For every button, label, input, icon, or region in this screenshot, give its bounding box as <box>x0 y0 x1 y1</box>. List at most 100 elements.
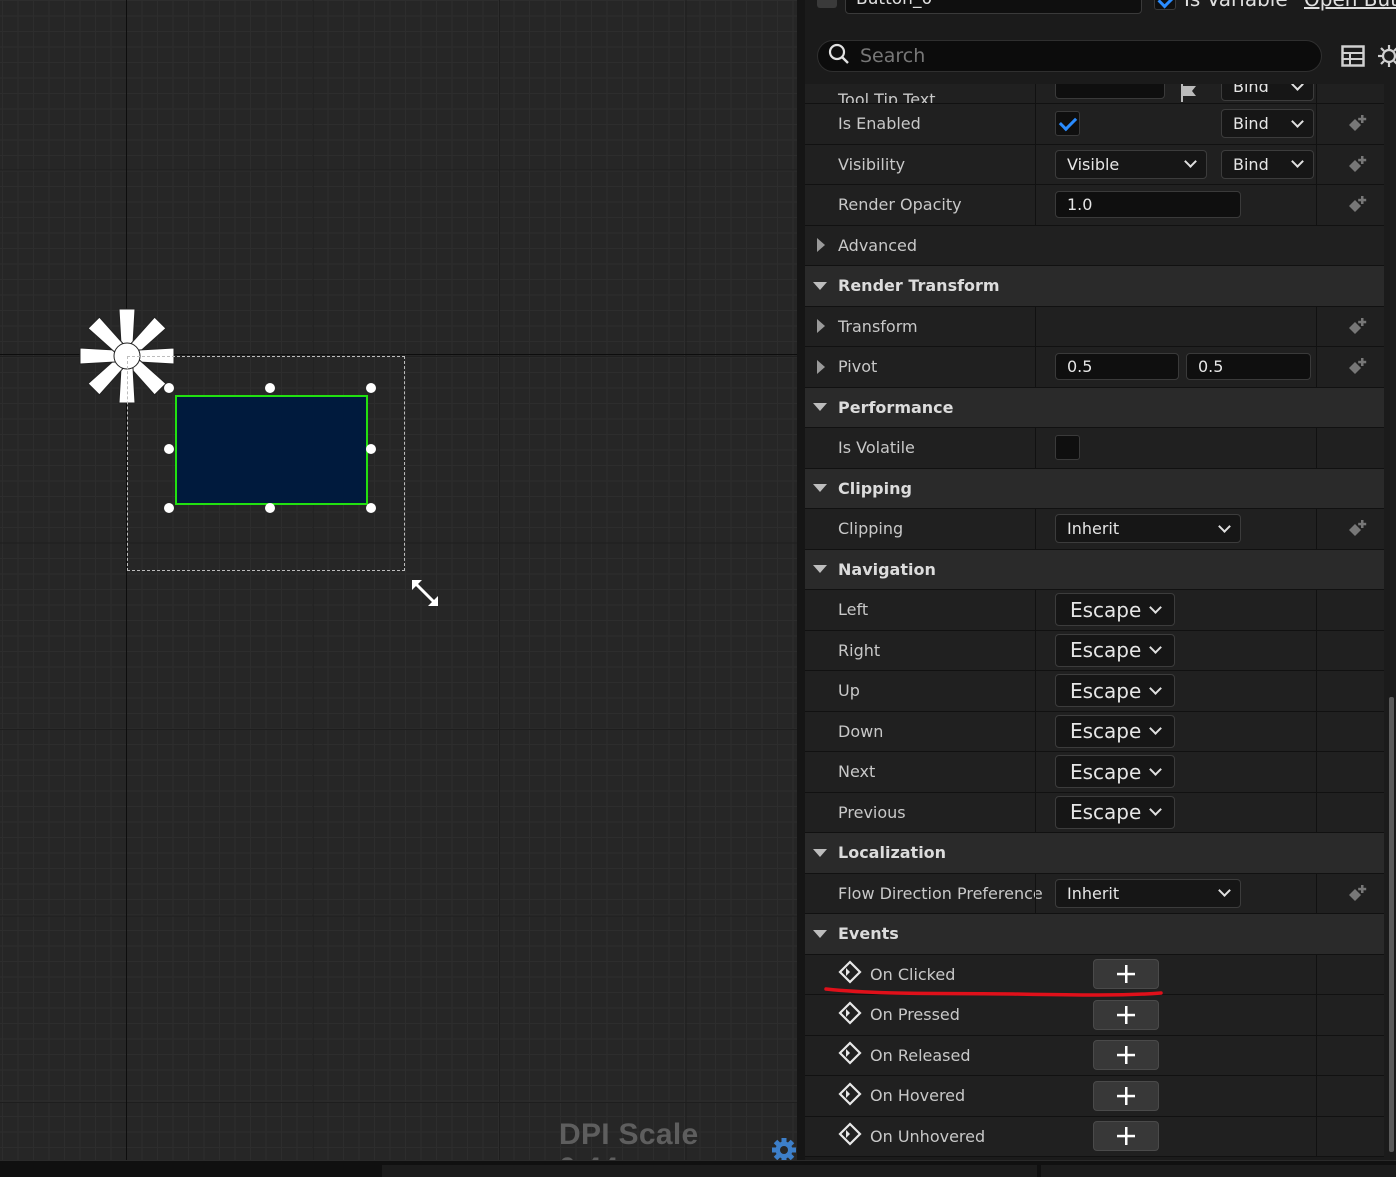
widget-type-checkbox[interactable] <box>817 0 837 8</box>
open-button-link[interactable]: Open Butt <box>1304 0 1396 11</box>
clipping-dropdown[interactable]: Inherit <box>1055 514 1241 544</box>
navigation-up-dropdown[interactable]: Escape <box>1055 674 1175 708</box>
row-render-opacity: Render Opacity 1.0 <box>805 185 1384 226</box>
details-settings-gear-icon[interactable] <box>1377 44 1396 72</box>
plus-icon <box>1117 1086 1135 1105</box>
category-clipping[interactable]: Clipping <box>805 468 1384 509</box>
is-enabled-label: Is Enabled <box>838 114 921 134</box>
navigation-left-dropdown[interactable]: Escape <box>1055 593 1175 627</box>
event-diamond-icon <box>838 1122 862 1150</box>
event-name-on-pressed: On Pressed <box>870 1005 960 1025</box>
navigation-heading: Navigation <box>838 559 936 579</box>
resize-handle-bottom-right[interactable] <box>366 503 376 513</box>
navigation-up-label: Up <box>838 681 860 701</box>
reset-diamond-icon[interactable] <box>1345 316 1369 344</box>
visibility-dropdown[interactable]: Visible <box>1055 149 1207 179</box>
navigation-left-label: Left <box>838 600 869 620</box>
expand-caret-icon[interactable] <box>817 359 825 374</box>
reset-diamond-icon[interactable] <box>1345 883 1369 911</box>
resize-handle-right[interactable] <box>366 444 376 454</box>
is-enabled-checkbox[interactable] <box>1055 111 1080 137</box>
navigation-right-label: Right <box>838 640 881 660</box>
add-on-released-button[interactable] <box>1093 1040 1159 1071</box>
reset-diamond-icon[interactable] <box>1345 518 1369 546</box>
pivot-x-field[interactable]: 0.5 <box>1055 353 1179 381</box>
navigation-down-label: Down <box>838 721 884 741</box>
plus-icon <box>1117 1005 1135 1024</box>
resize-handle-top[interactable] <box>265 383 275 393</box>
event-row-on-hovered: On Hovered <box>805 1076 1384 1117</box>
collapse-caret-icon[interactable] <box>813 281 827 290</box>
is-volatile-label: Is Volatile <box>838 438 915 458</box>
dpi-scale-label: DPI Scale 0.44 <box>559 1118 699 1160</box>
tooltip-bind-dropdown[interactable]: Bind <box>1221 84 1314 101</box>
category-navigation[interactable]: Navigation <box>805 549 1384 590</box>
flow-direction-dropdown[interactable]: Inherit <box>1055 878 1241 908</box>
plus-icon <box>1117 1046 1135 1065</box>
add-on-hovered-button[interactable] <box>1093 1080 1159 1111</box>
widget-name-field[interactable]: Button_0 <box>845 0 1142 14</box>
row-tooltip-text: Tool Tip Text Bind <box>805 84 1384 104</box>
row-is-volatile: Is Volatile <box>805 428 1384 469</box>
collapse-caret-icon[interactable] <box>813 848 827 857</box>
dpi-settings-gear-icon[interactable] <box>771 1137 797 1160</box>
is-variable-checkbox[interactable] <box>1154 0 1176 10</box>
render-opacity-field[interactable]: 1.0 <box>1055 191 1241 219</box>
row-transform: Transform <box>805 306 1384 347</box>
navigation-right-dropdown[interactable]: Escape <box>1055 633 1175 667</box>
expand-caret-icon[interactable] <box>817 319 825 334</box>
tooltip-text-field[interactable] <box>1055 84 1165 99</box>
navigation-previous-dropdown[interactable]: Escape <box>1055 795 1175 829</box>
row-navigation-previous: Previous Escape <box>805 792 1384 833</box>
add-on-unhovered-button[interactable] <box>1093 1121 1159 1152</box>
category-performance[interactable]: Performance <box>805 387 1384 428</box>
flag-icon[interactable] <box>1180 84 1200 103</box>
designer-canvas[interactable]: DPI Scale 0.44 <box>0 0 797 1160</box>
collapse-caret-icon[interactable] <box>813 484 827 493</box>
canvas-resize-icon[interactable] <box>410 578 440 612</box>
collapse-caret-icon[interactable] <box>813 403 827 412</box>
search-input[interactable] <box>860 45 1260 67</box>
search-icon <box>828 43 850 69</box>
row-advanced[interactable]: Advanced <box>805 225 1384 266</box>
resize-handle-bottom[interactable] <box>265 503 275 513</box>
category-localization[interactable]: Localization <box>805 833 1384 874</box>
navigation-down-dropdown[interactable]: Escape <box>1055 714 1175 748</box>
is-volatile-checkbox[interactable] <box>1055 435 1080 461</box>
row-is-enabled: Is Enabled Bind <box>805 104 1384 145</box>
reset-diamond-icon[interactable] <box>1345 113 1369 141</box>
canvas-axis-vertical <box>126 0 127 1160</box>
event-name-on-hovered: On Hovered <box>870 1086 966 1106</box>
reset-diamond-icon[interactable] <box>1345 356 1369 384</box>
resize-handle-top-left[interactable] <box>164 383 174 393</box>
is-enabled-bind-dropdown[interactable]: Bind <box>1221 109 1314 139</box>
category-render-transform[interactable]: Render Transform <box>805 266 1384 307</box>
resize-handle-bottom-left[interactable] <box>164 503 174 513</box>
category-events[interactable]: Events <box>805 914 1384 955</box>
advanced-label: Advanced <box>838 235 918 255</box>
details-vertical-scrollbar[interactable] <box>1389 697 1394 1152</box>
visibility-bind-dropdown[interactable]: Bind <box>1221 149 1314 179</box>
details-search-box[interactable] <box>817 40 1322 72</box>
resize-handle-top-right[interactable] <box>366 383 376 393</box>
pivot-y-field[interactable]: 0.5 <box>1186 353 1311 381</box>
render-transform-heading: Render Transform <box>838 276 1000 296</box>
property-matrix-table-icon[interactable] <box>1341 45 1365 71</box>
navigation-next-dropdown[interactable]: Escape <box>1055 755 1175 789</box>
collapse-caret-icon[interactable] <box>813 929 827 938</box>
navigation-previous-label: Previous <box>838 802 906 822</box>
resize-handle-left[interactable] <box>164 444 174 454</box>
expand-caret-icon[interactable] <box>817 238 825 253</box>
plus-icon <box>1117 1127 1135 1146</box>
pivot-label: Pivot <box>838 357 878 377</box>
button-widget-preview[interactable] <box>175 395 368 505</box>
red-underline-annotation <box>823 982 1168 1006</box>
flow-direction-label: Flow Direction Preference <box>838 883 1043 903</box>
event-row-on-released: On Released <box>805 1035 1384 1076</box>
reset-diamond-icon[interactable] <box>1345 194 1369 222</box>
row-pivot: Pivot 0.5 0.5 <box>805 347 1384 388</box>
navigation-next-label: Next <box>838 762 876 782</box>
reset-diamond-icon[interactable] <box>1345 154 1369 182</box>
collapse-caret-icon[interactable] <box>813 565 827 574</box>
row-navigation-left: Left Escape <box>805 590 1384 631</box>
